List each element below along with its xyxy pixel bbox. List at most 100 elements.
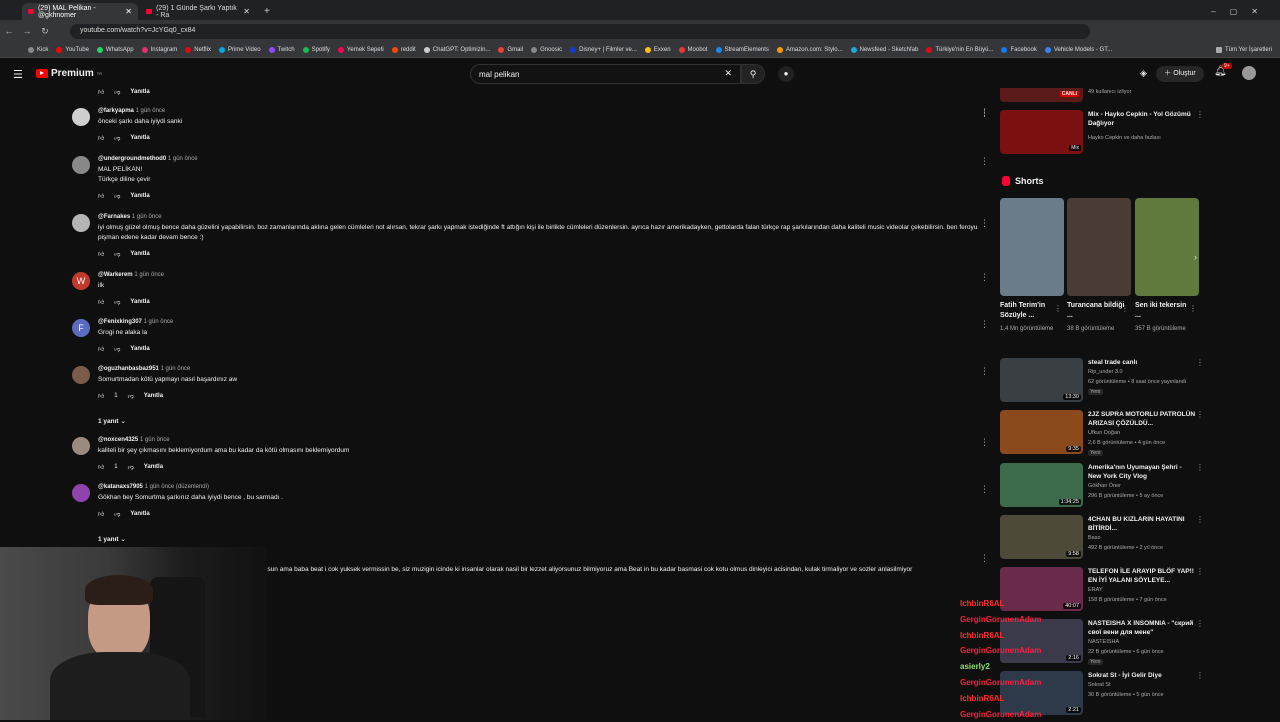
commenter-avatar[interactable]: W bbox=[72, 272, 90, 290]
comment-time[interactable]: 1 gün önce bbox=[144, 319, 174, 325]
reload-icon[interactable]: ↻ bbox=[36, 26, 54, 37]
bookmark-item[interactable]: Instagram bbox=[141, 46, 177, 53]
all-bookmarks[interactable]: Tüm Yer İşaretleri bbox=[1215, 46, 1280, 53]
short-menu-icon[interactable]: ⋮ bbox=[1121, 304, 1129, 313]
menu-icon[interactable]: ☰ bbox=[13, 68, 23, 81]
dislike-icon[interactable]: 👎︎ bbox=[114, 345, 120, 353]
video-menu-icon[interactable]: ⋮ bbox=[1196, 110, 1204, 119]
bookmark-item[interactable]: Prime Video bbox=[218, 46, 261, 53]
short-title[interactable]: Sen iki tekersin ... bbox=[1135, 301, 1193, 321]
bookmark-item[interactable]: Türkiye'nin En Büyü... bbox=[926, 46, 993, 53]
channel-name[interactable]: Baso bbox=[1088, 534, 1203, 542]
comment-menu-icon[interactable]: ⋮ bbox=[980, 218, 989, 229]
video-menu-icon[interactable]: ⋮ bbox=[1196, 463, 1204, 472]
reply-button[interactable]: Yanıtla bbox=[130, 511, 149, 517]
comment-menu-icon[interactable]: ⋮ bbox=[980, 484, 989, 495]
comment-author[interactable]: @oguzhanbasbaz951 bbox=[98, 366, 159, 372]
url-field[interactable]: youtube.com/watch?v=JcYGq0_cx84 bbox=[70, 24, 1090, 39]
bookmark-item[interactable]: WhatsApp bbox=[96, 46, 134, 53]
comment-menu-icon[interactable]: ⋮ bbox=[980, 437, 989, 448]
bookmark-item[interactable]: Facebook bbox=[1001, 46, 1037, 53]
commenter-avatar[interactable] bbox=[72, 156, 90, 174]
commenter-avatar[interactable] bbox=[72, 108, 90, 126]
dislike-icon[interactable]: 👎︎ bbox=[114, 192, 120, 200]
related-video-item[interactable]: 9:58 4CHAN BU KIZLARIN HAYATINI BİTİRDİ.… bbox=[1000, 515, 1210, 561]
comment-time[interactable]: 1 gün önce bbox=[132, 214, 162, 220]
bookmark-item[interactable]: Spotify bbox=[302, 46, 330, 53]
like-icon[interactable]: 👍︎ bbox=[98, 392, 104, 400]
short-thumbnail[interactable] bbox=[1067, 198, 1131, 296]
related-video-item[interactable]: 1:34:25 Amerika'nın Uyumayan Şehri - New… bbox=[1000, 463, 1210, 509]
comment-author[interactable]: @Farnakes bbox=[98, 214, 130, 220]
bookmark-item[interactable]: Kick bbox=[28, 46, 48, 53]
channel-name[interactable]: Gökhan Öner bbox=[1088, 482, 1203, 490]
comment-menu-icon[interactable]: ⋮ bbox=[980, 553, 989, 564]
like-icon[interactable]: 👍︎ bbox=[98, 250, 104, 258]
comment-time[interactable]: 1 gün önce bbox=[161, 366, 191, 372]
comment-menu-icon[interactable]: ⋮ bbox=[980, 319, 989, 330]
comment-author[interactable]: @undergroundmethod0 bbox=[98, 156, 166, 162]
account-avatar[interactable] bbox=[1242, 66, 1256, 80]
cast-icon[interactable]: ◈ bbox=[1140, 68, 1147, 79]
channel-name[interactable]: ERAY bbox=[1088, 586, 1203, 594]
forward-icon[interactable]: → bbox=[18, 26, 36, 36]
short-menu-icon[interactable]: ⋮ bbox=[1054, 304, 1062, 313]
bookmark-item[interactable]: StreamElements bbox=[715, 46, 769, 53]
related-video-item[interactable]: 13:30 steal trade canlı Rip_under 3.0 62… bbox=[1000, 358, 1210, 404]
like-icon[interactable]: 👍︎ bbox=[98, 298, 104, 306]
close-tab-icon[interactable]: ✕ bbox=[243, 7, 250, 16]
comment-time[interactable]: 1 gün önce bbox=[168, 156, 198, 162]
view-replies-button[interactable]: 1 yanıt ⌄ bbox=[98, 417, 126, 425]
reply-button[interactable]: Yanıtla bbox=[130, 251, 149, 257]
video-menu-icon[interactable]: ⋮ bbox=[1196, 515, 1204, 524]
search-input[interactable]: mal pelikan ✕ bbox=[470, 64, 741, 84]
comment-time[interactable]: 1 gün önce bbox=[134, 272, 164, 278]
browser-tab-1[interactable]: (29) MAL Pelikan - @gkhnomer ✕ bbox=[22, 3, 138, 20]
dislike-icon[interactable]: 👎︎ bbox=[114, 510, 120, 518]
video-menu-icon[interactable]: ⋮ bbox=[1196, 358, 1204, 367]
create-button[interactable]: ＋ Oluştur bbox=[1156, 66, 1204, 82]
video-menu-icon[interactable]: ⋮ bbox=[1196, 671, 1204, 680]
dislike-icon[interactable]: 👎︎ bbox=[114, 88, 120, 96]
channel-name[interactable]: Sokrat St bbox=[1088, 681, 1203, 689]
reply-button[interactable]: Yanıtla bbox=[130, 346, 149, 352]
comment-menu-icon[interactable]: ⋮ bbox=[980, 156, 989, 167]
bookmark-item[interactable]: Gnoosic bbox=[531, 46, 562, 53]
like-icon[interactable]: 👍︎ bbox=[98, 463, 104, 471]
commenter-avatar[interactable] bbox=[72, 214, 90, 232]
bookmark-item[interactable]: Yemek Sepeti bbox=[337, 46, 384, 53]
video-menu-icon[interactable]: ⋮ bbox=[1196, 567, 1204, 576]
reply-button[interactable]: Yanıtla bbox=[130, 135, 149, 141]
channel-name[interactable]: Ufkun Doğan bbox=[1088, 429, 1203, 437]
bookmark-item[interactable]: Disney+ | Filmler ve... bbox=[570, 46, 637, 53]
video-menu-icon[interactable]: ⋮ bbox=[1196, 619, 1204, 628]
short-thumbnail[interactable] bbox=[1135, 198, 1199, 296]
short-thumbnail[interactable] bbox=[1000, 198, 1064, 296]
comment-author[interactable]: @Warkerem bbox=[98, 272, 133, 278]
comment-menu-icon[interactable]: ⋮ bbox=[980, 366, 989, 377]
reply-button[interactable]: Yanıtla bbox=[144, 464, 163, 470]
comment-author[interactable]: @Fenixking307 bbox=[98, 319, 142, 325]
search-button[interactable]: ⚲ bbox=[741, 64, 765, 84]
bookmark-item[interactable]: reddit bbox=[391, 46, 416, 53]
commenter-avatar[interactable]: F bbox=[72, 319, 90, 337]
like-icon[interactable]: 👍︎ bbox=[98, 134, 104, 142]
new-tab-icon[interactable]: + bbox=[264, 6, 270, 17]
clear-search-icon[interactable]: ✕ bbox=[724, 68, 732, 79]
short-title[interactable]: Fatih Terim'in Sözüyle ... bbox=[1000, 301, 1058, 321]
dislike-icon[interactable]: 👎︎ bbox=[114, 250, 120, 258]
view-replies-button[interactable]: 1 yanıt ⌄ bbox=[98, 535, 126, 543]
dislike-icon[interactable]: 👎︎ bbox=[128, 392, 134, 400]
bookmark-item[interactable]: Netflix bbox=[185, 46, 211, 53]
back-icon[interactable]: ← bbox=[0, 26, 18, 36]
bookmark-item[interactable]: Exxen bbox=[644, 46, 671, 53]
bookmark-item[interactable]: ChatGPT: Optimizin... bbox=[423, 46, 490, 53]
bookmark-item[interactable]: Vehicle Models - GT... bbox=[1044, 46, 1112, 53]
commenter-avatar[interactable] bbox=[72, 484, 90, 502]
comment-menu-icon[interactable]: ⋮ bbox=[980, 108, 989, 119]
voice-search-button[interactable]: ● bbox=[778, 66, 794, 82]
reply-button[interactable]: Yanıtla bbox=[130, 89, 149, 95]
short-menu-icon[interactable]: ⋮ bbox=[1189, 304, 1197, 313]
dislike-icon[interactable]: 👎︎ bbox=[128, 463, 134, 471]
like-icon[interactable]: 👍︎ bbox=[98, 88, 104, 96]
